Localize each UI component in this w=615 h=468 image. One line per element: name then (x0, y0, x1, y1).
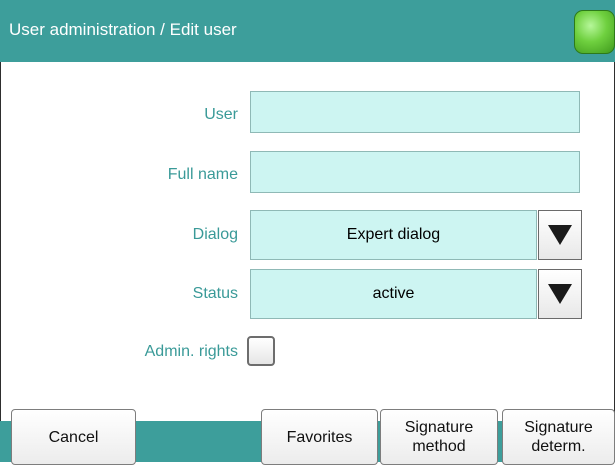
status-dropdown-button[interactable] (538, 269, 582, 319)
chevron-down-icon (548, 225, 572, 245)
user-field[interactable] (250, 91, 580, 133)
dialog-label: Dialog (192, 226, 238, 243)
signature-method-button[interactable]: Signature method (380, 409, 498, 465)
admin-rights-label: Admin. rights (144, 343, 238, 360)
title-bar: User administration / Edit user (0, 0, 615, 62)
dialog-dropdown-button[interactable] (538, 210, 582, 260)
full-name-field[interactable] (250, 151, 580, 193)
status-select[interactable]: active (250, 269, 537, 319)
favorites-button[interactable]: Favorites (261, 409, 378, 465)
cancel-button[interactable]: Cancel (11, 409, 136, 465)
status-indicator-icon (574, 10, 615, 54)
admin-rights-checkbox[interactable] (247, 336, 275, 366)
chevron-down-icon (548, 284, 572, 304)
dialog-select[interactable]: Expert dialog (250, 210, 537, 260)
full-name-label: Full name (167, 166, 238, 183)
signature-determ-button[interactable]: Signature determ. (502, 409, 615, 465)
user-label: User (204, 106, 238, 123)
status-label: Status (192, 285, 238, 302)
window-title: User administration / Edit user (9, 20, 237, 39)
